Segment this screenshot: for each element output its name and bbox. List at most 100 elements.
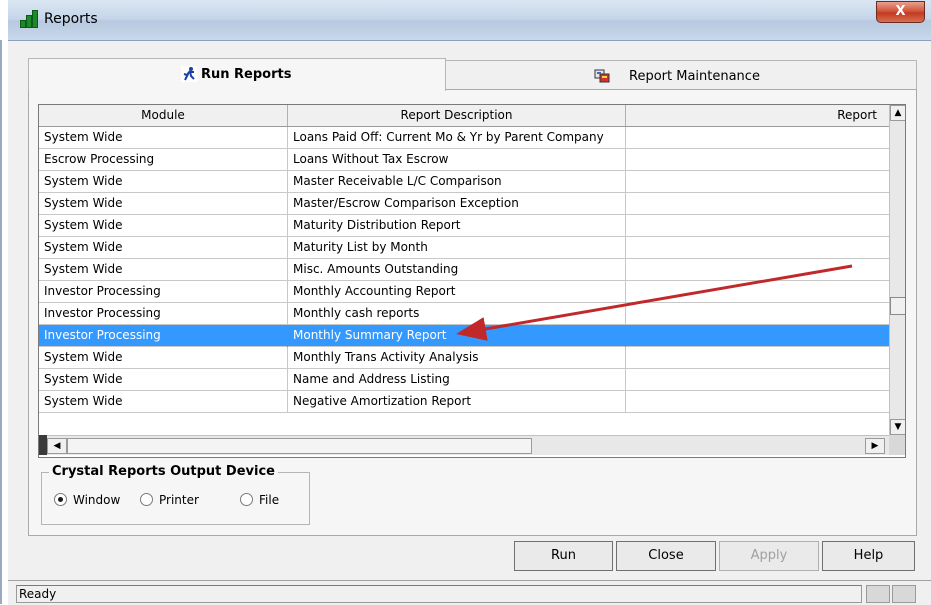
report-maintenance-icon: [594, 69, 610, 83]
cell-description: Master Receivable L/C Comparison: [288, 171, 626, 193]
scrollbar-corner: [889, 435, 905, 455]
cell-report: [626, 259, 889, 281]
radio-file-label: File: [259, 493, 280, 507]
status-bar: Ready: [8, 580, 931, 605]
cell-description: Monthly cash reports: [288, 303, 626, 325]
table-row[interactable]: System Wide Master/Escrow Comparison Exc…: [39, 193, 889, 215]
tab-report-maintenance[interactable]: Report Maintenance: [445, 60, 917, 91]
column-header-report[interactable]: Report: [626, 105, 889, 126]
cell-report: [626, 193, 889, 215]
cell-description: Negative Amortization Report: [288, 391, 626, 413]
cell-report: [626, 325, 889, 347]
cell-module: Investor Processing: [39, 281, 288, 303]
table-row[interactable]: System Wide Misc. Amounts Outstanding: [39, 259, 889, 281]
cell-description: Maturity List by Month: [288, 237, 626, 259]
radio-unchecked-icon: [140, 493, 153, 506]
table-row-selected[interactable]: Investor Processing Monthly Summary Repo…: [39, 325, 889, 347]
cell-module: Investor Processing: [39, 325, 288, 347]
grid-rows: System Wide Loans Paid Off: Current Mo &…: [39, 127, 889, 413]
radio-unchecked-icon: [240, 493, 253, 506]
cell-description: Maturity Distribution Report: [288, 215, 626, 237]
reports-grid[interactable]: Module Report Description Report System …: [38, 104, 906, 458]
status-text: Ready: [16, 585, 862, 603]
cell-report: [626, 127, 889, 149]
table-row[interactable]: Investor Processing Monthly cash reports: [39, 303, 889, 325]
tab-run-reports-label: Run Reports: [201, 67, 292, 82]
cell-report: [626, 347, 889, 369]
running-man-icon: [181, 66, 197, 82]
cell-description: Name and Address Listing: [288, 369, 626, 391]
cell-report: [626, 171, 889, 193]
cell-description: Monthly Trans Activity Analysis: [288, 347, 626, 369]
grid-header: Module Report Description Report: [39, 105, 889, 127]
apply-button[interactable]: Apply: [719, 541, 819, 571]
tab-report-maintenance-label: Report Maintenance: [629, 69, 760, 84]
column-header-module[interactable]: Module: [39, 105, 288, 126]
radio-checked-icon: [54, 493, 67, 506]
cell-module: System Wide: [39, 171, 288, 193]
radio-printer[interactable]: Printer: [140, 493, 199, 507]
table-row[interactable]: Escrow Processing Loans Without Tax Escr…: [39, 149, 889, 171]
cell-report: [626, 303, 889, 325]
scroll-right-icon[interactable]: ▶: [865, 438, 885, 454]
table-row[interactable]: System Wide Maturity Distribution Report: [39, 215, 889, 237]
cell-description: Loans Without Tax Escrow: [288, 149, 626, 171]
cell-module: Investor Processing: [39, 303, 288, 325]
cell-description: Loans Paid Off: Current Mo & Yr by Paren…: [288, 127, 626, 149]
vertical-scroll-thumb[interactable]: [890, 297, 905, 315]
scroll-left-icon[interactable]: ◀: [47, 438, 67, 454]
column-header-report-description[interactable]: Report Description: [288, 105, 626, 126]
scroll-up-icon[interactable]: ▲: [890, 105, 905, 121]
cell-module: System Wide: [39, 391, 288, 413]
scroll-down-icon[interactable]: ▼: [890, 419, 905, 435]
status-pane: [892, 585, 916, 603]
cell-description: Monthly Summary Report: [288, 325, 626, 347]
scrollbar-stub: [39, 435, 47, 455]
bar-chart-icon: [20, 10, 38, 28]
cell-report: [626, 215, 889, 237]
cell-module: System Wide: [39, 193, 288, 215]
window-title: Reports: [44, 11, 98, 27]
title-bar[interactable]: Reports X: [8, 0, 931, 41]
cell-description: Master/Escrow Comparison Exception: [288, 193, 626, 215]
cell-report: [626, 281, 889, 303]
tab-run-reports[interactable]: Run Reports: [28, 58, 446, 91]
close-button[interactable]: Close: [616, 541, 716, 571]
cell-module: System Wide: [39, 237, 288, 259]
window-left-edge: [0, 40, 2, 604]
close-window-button[interactable]: X: [876, 1, 925, 23]
table-row[interactable]: Investor Processing Monthly Accounting R…: [39, 281, 889, 303]
cell-report: [626, 391, 889, 413]
cell-module: System Wide: [39, 369, 288, 391]
output-device-title: Crystal Reports Output Device: [49, 464, 278, 479]
radio-window[interactable]: Window: [54, 493, 120, 507]
cell-report: [626, 237, 889, 259]
cell-report: [626, 369, 889, 391]
table-row[interactable]: System Wide Maturity List by Month: [39, 237, 889, 259]
table-row[interactable]: System Wide Monthly Trans Activity Analy…: [39, 347, 889, 369]
radio-file[interactable]: File: [240, 493, 279, 507]
table-row[interactable]: System Wide Name and Address Listing: [39, 369, 889, 391]
vertical-scrollbar[interactable]: ▲ ▼: [889, 105, 905, 435]
cell-report: [626, 149, 889, 171]
output-device-group: Crystal Reports Output Device Window Pri…: [41, 464, 310, 525]
table-row[interactable]: System Wide Loans Paid Off: Current Mo &…: [39, 127, 889, 149]
cell-module: System Wide: [39, 215, 288, 237]
run-button[interactable]: Run: [514, 541, 613, 571]
cell-description: Monthly Accounting Report: [288, 281, 626, 303]
horizontal-scroll-thumb[interactable]: [67, 438, 532, 454]
cell-module: System Wide: [39, 259, 288, 281]
table-row[interactable]: System Wide Master Receivable L/C Compar…: [39, 171, 889, 193]
cell-module: System Wide: [39, 127, 288, 149]
cell-module: Escrow Processing: [39, 149, 288, 171]
close-icon: X: [895, 4, 906, 19]
help-button[interactable]: Help: [822, 541, 915, 571]
cell-module: System Wide: [39, 347, 288, 369]
radio-printer-label: Printer: [159, 493, 199, 507]
horizontal-scrollbar[interactable]: ◀ ▶: [39, 435, 889, 455]
table-row[interactable]: System Wide Negative Amortization Report: [39, 391, 889, 413]
cell-description: Misc. Amounts Outstanding: [288, 259, 626, 281]
reports-window: Reports X Run Reports Report Maintenance…: [8, 0, 931, 604]
status-pane: [866, 585, 890, 603]
radio-window-label: Window: [73, 493, 121, 507]
